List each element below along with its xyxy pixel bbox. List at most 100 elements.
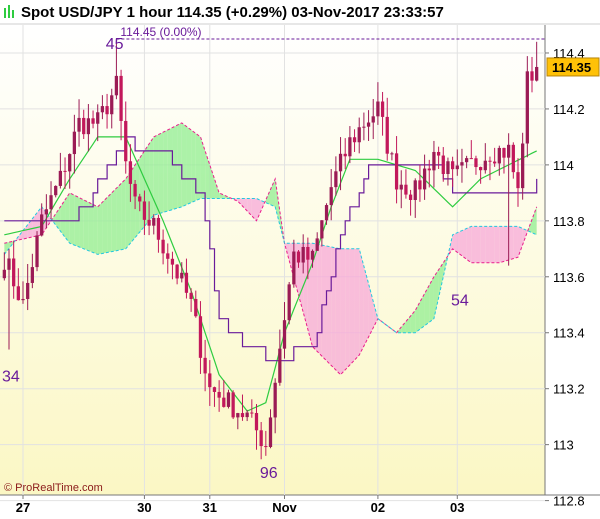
cloud-segment <box>149 136 154 221</box>
candle-body <box>432 151 436 171</box>
candle-body <box>408 194 413 200</box>
candle-body <box>338 153 343 172</box>
candle-body <box>507 144 511 158</box>
candle-body <box>12 258 16 287</box>
candle-body <box>521 143 525 189</box>
cloud-segment <box>79 197 84 249</box>
cloud-segment <box>177 122 182 209</box>
candle-body <box>7 258 11 270</box>
chart-container: Spot USD/JPY 1 hour 114.35 (+0.29%) 03-N… <box>0 0 600 519</box>
cloud-segment <box>139 150 145 233</box>
candle-body <box>166 253 170 259</box>
y-tick-label: 112.8 <box>553 494 585 509</box>
candle-body <box>446 161 450 175</box>
current-price-label: 114.35 <box>552 60 591 75</box>
x-tick-label: 03 <box>450 500 464 515</box>
y-tick-label: 113.6 <box>553 270 585 285</box>
candle-body <box>530 71 534 81</box>
max-price-label: 114.45 (0.00%) <box>120 25 201 39</box>
cloud-segment <box>321 245 327 361</box>
candle-body <box>72 131 77 155</box>
candle-body <box>535 66 539 81</box>
candle-body <box>96 112 100 124</box>
cloud-segment <box>65 192 70 244</box>
cloud-segment <box>93 204 98 255</box>
candle-body <box>296 251 301 263</box>
plot-area <box>0 25 545 495</box>
cloud-segment <box>475 226 481 263</box>
x-tick-label: 30 <box>137 500 151 515</box>
candle-body <box>418 180 422 190</box>
cloud-segment <box>167 127 173 212</box>
candle-body <box>385 116 389 154</box>
candle-body <box>184 272 189 293</box>
candle-body <box>399 184 403 190</box>
y-tick-label: 113 <box>553 438 574 453</box>
candle-body <box>273 382 277 418</box>
candle-body <box>525 71 529 144</box>
candle-body <box>278 348 282 383</box>
candle <box>226 389 231 409</box>
candle-body <box>16 286 20 301</box>
candle-body <box>231 392 235 418</box>
cloud-segment <box>485 226 490 263</box>
cloud-segment <box>513 226 518 259</box>
cloud-segment <box>345 248 350 370</box>
candle-body <box>343 153 347 157</box>
cloud-segment <box>121 178 126 250</box>
x-tick-label: Nov <box>272 500 297 515</box>
candle-body <box>394 153 399 190</box>
candle-body <box>133 183 137 197</box>
candle-body <box>226 392 231 407</box>
y-tick-label: 113.2 <box>553 382 585 397</box>
candle-body <box>35 235 39 268</box>
candle-body <box>21 298 25 301</box>
cloud-segment <box>494 226 500 263</box>
candle-body <box>2 269 6 279</box>
candle-body <box>128 161 133 184</box>
candle-body <box>320 220 324 239</box>
extreme-label: 45 <box>106 36 124 53</box>
candle-body <box>30 267 34 283</box>
cloud-segment <box>349 248 355 365</box>
cloud-segment <box>326 246 332 366</box>
candle-body <box>478 167 483 171</box>
candle-body <box>348 137 352 157</box>
candle-body <box>427 168 431 171</box>
candle-body <box>161 239 165 254</box>
cloud-segment <box>158 132 164 214</box>
cloud-segment <box>107 192 112 253</box>
cloud-segment <box>163 129 168 213</box>
extreme-label: 34 <box>2 369 20 386</box>
cloud-segment <box>181 122 187 207</box>
candle-body <box>240 413 245 418</box>
candle-body <box>254 412 259 431</box>
x-tick-label: 02 <box>371 500 385 515</box>
candle-body <box>436 151 441 156</box>
cloud-segment <box>508 226 514 260</box>
cloud-segment <box>172 125 178 210</box>
candle-body <box>380 101 385 117</box>
candle-body <box>511 144 515 173</box>
cloud-segment <box>102 197 108 254</box>
cloud-segment <box>489 226 495 263</box>
candle-body <box>54 185 58 196</box>
cloud-segment <box>354 248 360 361</box>
candle-body <box>301 246 305 263</box>
candle-body <box>493 161 497 164</box>
cloud-segment <box>186 126 192 205</box>
y-axis-area <box>545 25 600 495</box>
candle-body <box>287 284 291 321</box>
cloud-segment <box>503 226 509 262</box>
candle-body <box>390 153 394 155</box>
candle-body <box>49 195 53 210</box>
cloud-segment <box>466 226 472 263</box>
candle <box>231 390 235 420</box>
cloud-segment <box>331 246 336 371</box>
candle-body <box>77 117 81 132</box>
candle-body <box>329 187 333 206</box>
candle-body <box>245 412 249 418</box>
candle-body <box>376 101 380 117</box>
cloud-segment <box>457 230 462 256</box>
cloud-segment <box>317 244 322 357</box>
